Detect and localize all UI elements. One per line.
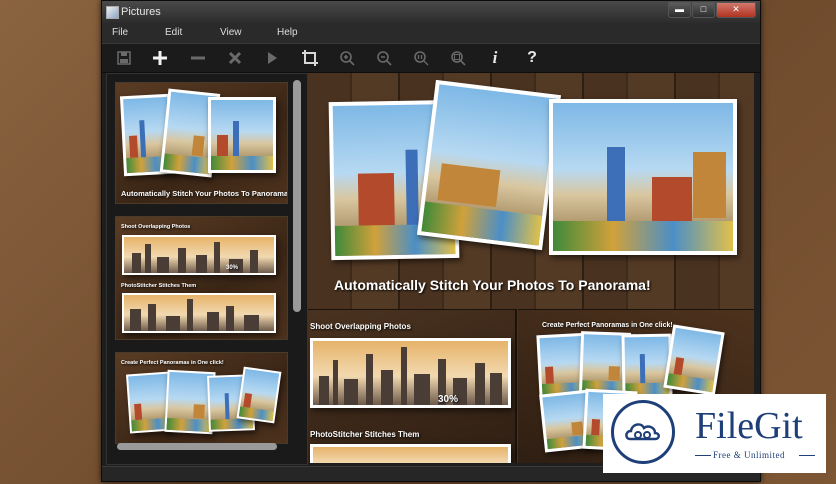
overlap-label: 30% [226, 265, 239, 271]
menu-file[interactable]: File [112, 27, 128, 38]
menu-bar: File Edit View Help [102, 23, 760, 44]
preview-photo [621, 333, 673, 399]
preview-photo [663, 324, 725, 396]
vertical-scrollbar[interactable] [293, 80, 301, 312]
fit-to-window-icon[interactable] [447, 47, 469, 69]
menu-help[interactable]: Help [277, 27, 298, 38]
delete-icon[interactable] [224, 47, 246, 69]
thumbnail-panel: Automatically Stitch Your Photos To Pano… [106, 73, 308, 465]
filegit-tagline: Free & Unlimited [713, 450, 785, 460]
maximize-icon[interactable]: □ [692, 2, 715, 18]
zoom-out-icon[interactable] [373, 47, 395, 69]
preview-photo [416, 79, 562, 251]
info-icon[interactable]: i [484, 47, 506, 69]
app-icon [106, 6, 119, 19]
preview-photo [549, 99, 737, 255]
preview-photo-strip [310, 338, 511, 408]
thumb-caption: Automatically Stitch Your Photos To Pano… [121, 189, 288, 198]
overlap-label: 30% [438, 394, 459, 405]
preview-image [421, 84, 557, 246]
thumb-photo-strip [122, 235, 276, 275]
close-icon[interactable]: ✕ [716, 2, 756, 18]
play-icon[interactable] [261, 47, 283, 69]
thumb-image [124, 237, 274, 273]
thumb-photo-strip [122, 293, 276, 333]
help-icon[interactable]: ? [521, 47, 543, 69]
thumb-image [238, 368, 280, 422]
thumb-photo [208, 97, 276, 173]
title-bar[interactable]: Pictures ▬ □ ✕ [102, 1, 760, 23]
actual-size-icon[interactable] [410, 47, 432, 69]
preview-photo-strip [310, 444, 511, 463]
thumbnail-3[interactable]: Create Perfect Panoramas in One click! [115, 352, 288, 444]
thumb-caption: Create Perfect Panoramas in One click! [121, 360, 224, 366]
tagline-divider [695, 455, 711, 456]
thumb-image [211, 100, 273, 170]
thumbnail-1[interactable]: Automatically Stitch Your Photos To Pano… [115, 82, 288, 204]
thumb-photo [236, 366, 282, 424]
add-icon[interactable] [149, 47, 171, 69]
preview-image [313, 447, 508, 463]
thumb-image [124, 295, 274, 331]
menu-edit[interactable]: Edit [165, 27, 182, 38]
preview-image [666, 327, 722, 393]
preview-left-panel: Shoot Overlapping Photos 30% PhotoStitch… [308, 309, 517, 463]
filegit-watermark: FileGit Free & Unlimited [603, 394, 826, 473]
save-icon[interactable] [113, 47, 135, 69]
filegit-logo-icon [611, 400, 675, 464]
tagline-divider [799, 455, 815, 456]
thumb-caption: Shoot Overlapping Photos [121, 224, 191, 230]
window-title: Pictures [121, 6, 161, 18]
toolbar: i ? [102, 44, 760, 73]
preview-headline: Automatically Stitch Your Photos To Pano… [334, 277, 651, 293]
minimize-icon[interactable]: ▬ [668, 2, 691, 18]
zoom-in-icon[interactable] [336, 47, 358, 69]
crop-icon[interactable] [299, 47, 321, 69]
thumb-caption: PhotoStitcher Stitches Them [121, 283, 197, 289]
preview-image [553, 103, 733, 251]
preview-caption: Shoot Overlapping Photos [310, 322, 411, 331]
thumbnail-2[interactable]: Shoot Overlapping Photos 30% PhotoStitch… [115, 216, 288, 340]
filegit-name: FileGit [695, 405, 803, 447]
preview-image [313, 341, 508, 405]
preview-caption: PhotoStitcher Stitches Them [310, 430, 420, 439]
horizontal-scrollbar[interactable] [117, 443, 277, 450]
preview-caption: Create Perfect Panoramas in One click! [542, 322, 673, 329]
remove-icon[interactable] [187, 47, 209, 69]
menu-view[interactable]: View [220, 27, 242, 38]
